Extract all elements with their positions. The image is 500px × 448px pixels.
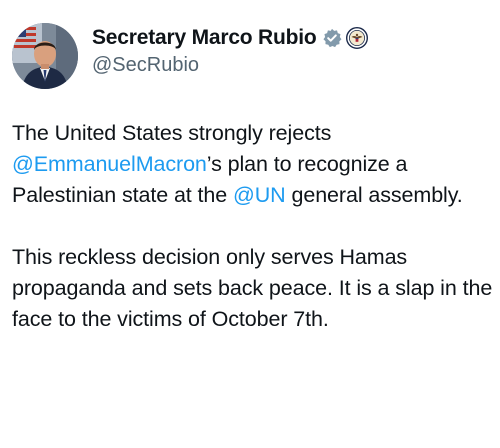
post-header: Secretary Marco Rubio @SecRubio [92, 24, 492, 77]
mention-link-emmanuel-macron[interactable]: @EmmanuelMacron [12, 152, 207, 176]
text-segment: The United States strongly rejects [12, 121, 332, 145]
text-segment: general assembly. [285, 183, 463, 207]
post-paragraph-1: The United States strongly rejects @Emma… [12, 118, 494, 211]
name-row: Secretary Marco Rubio [92, 24, 492, 52]
avatar-photo [12, 23, 78, 89]
avatar[interactable] [12, 23, 78, 89]
handle[interactable]: @SecRubio [92, 54, 492, 77]
mention-link-un[interactable]: @UN [233, 183, 286, 207]
post-text: The United States strongly rejects @Emma… [12, 118, 494, 335]
display-name[interactable]: Secretary Marco Rubio [92, 26, 317, 50]
verified-badge-icon [322, 28, 342, 48]
post-card: Secretary Marco Rubio @SecRubio The Unit… [0, 0, 500, 448]
government-seal-icon [345, 26, 368, 50]
post-paragraph-2: This reckless decision only serves Hamas… [12, 245, 493, 331]
